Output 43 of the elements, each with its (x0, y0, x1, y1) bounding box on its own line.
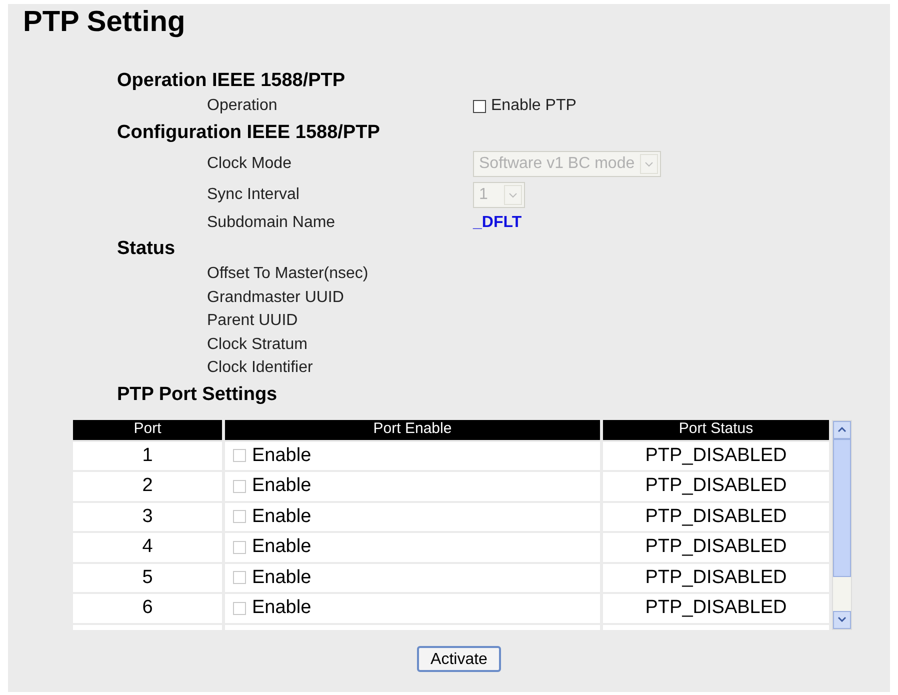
status-cell: PTP_DISABLED (603, 594, 829, 622)
enable-label: Enable (252, 596, 312, 620)
status-label: Clock Identifier (207, 358, 313, 378)
status-cell: PTP_DISABLED (603, 564, 829, 592)
enable-label: Enable (252, 444, 312, 468)
status-label: Grandmaster UUID (207, 288, 344, 308)
checkbox-label: Enable PTP (491, 96, 576, 116)
port-cell: 3 (73, 502, 222, 531)
enable-label: Enable (252, 474, 312, 498)
activate-button[interactable]: Activate (416, 646, 502, 672)
field-label: Sync Interval (207, 185, 300, 205)
status-cell: PTP_DISABLED (603, 472, 829, 500)
column-header: Port Enable (225, 420, 600, 440)
status-cell: PTP_DISABLED (603, 502, 829, 531)
port-cell: 5 (73, 564, 222, 592)
status-cell: PTP_DISABLED (603, 533, 829, 562)
enable-label: Enable (252, 504, 312, 528)
caret-icon (509, 192, 517, 198)
column-header: Port (73, 420, 222, 440)
port-cell: 6 (73, 594, 222, 622)
status-label: Parent UUID (207, 311, 298, 331)
enable-label: Enable (252, 535, 312, 559)
section-heading: Operation IEEE 1588/PTP (117, 69, 346, 93)
page-title: PTP Setting (23, 5, 186, 40)
section-heading: PTP Port Settings (117, 382, 278, 406)
column-header: Port Status (603, 420, 829, 440)
caret-icon (645, 162, 653, 166)
field-label: Operation (207, 96, 278, 116)
port-cell: 1 (73, 442, 222, 470)
status-label: Clock Stratum (207, 334, 308, 354)
status-label: Offset To Master(nsec) (207, 264, 368, 284)
port-cell: 2 (73, 472, 222, 500)
subdomain-value: _DFLT (473, 213, 522, 233)
checkbox[interactable] (473, 100, 486, 112)
scrollbar-thumb[interactable] (833, 438, 851, 576)
enable-label: Enable (252, 566, 312, 590)
status-cell: PTP_DISABLED (603, 442, 829, 470)
section-heading: Status (117, 237, 176, 261)
scrollbar[interactable] (832, 420, 852, 630)
port-cell: 4 (73, 533, 222, 562)
field-label: Subdomain Name (207, 213, 336, 233)
field-label: Clock Mode (207, 154, 292, 174)
section-heading: Configuration IEEE 1588/PTP (117, 121, 380, 145)
